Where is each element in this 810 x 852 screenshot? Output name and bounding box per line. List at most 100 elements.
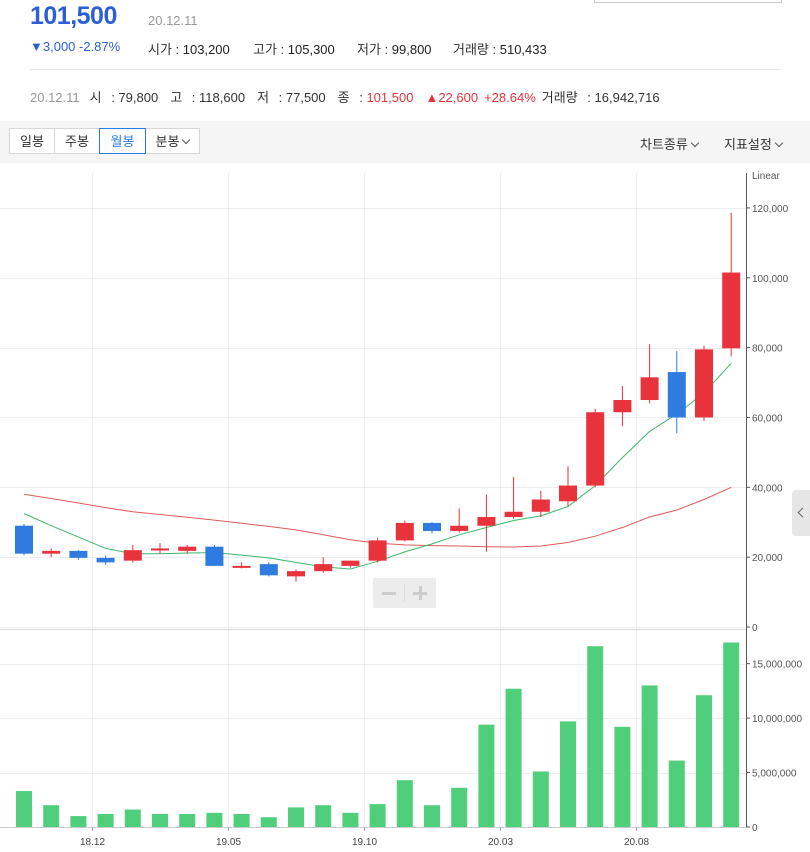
candle-up [504, 476, 523, 519]
low-value: 99,800 [391, 42, 432, 57]
summary-change: ▲22,600 [425, 90, 479, 105]
candle-down [96, 555, 115, 565]
candle-down [259, 562, 278, 577]
candle-up [531, 490, 550, 517]
open-label: 시가 [148, 42, 172, 57]
high-value: 105,300 [287, 42, 335, 57]
chevron-down-icon [182, 135, 191, 145]
x-tick-label: 18.12 [80, 837, 105, 848]
candle-up [178, 544, 197, 554]
candle-down [69, 550, 88, 560]
volume-bar [260, 817, 277, 827]
y-tick-label: 120,000 [752, 204, 789, 215]
summary-volume-value: 16,942,716 [594, 90, 660, 105]
candle-body [640, 377, 659, 400]
volume-bar [152, 813, 168, 827]
volume-bar [342, 812, 359, 827]
stock-chart[interactable]: Linear 0 20,000 40,000 60,000 80,000 100,000 12… [0, 163, 810, 852]
candle-down [205, 544, 224, 566]
summary-pct: +28.64% [484, 90, 536, 105]
volume-bar [614, 726, 631, 827]
volume-value: 510,433 [499, 42, 547, 57]
volume-bar [124, 809, 141, 827]
summary-volume: 거래량 : 16,942,716 [541, 90, 660, 105]
volume-bar [696, 695, 712, 827]
chart-type-menu[interactable]: 차트종류 [640, 134, 700, 153]
y-tick-label: 60,000 [752, 413, 783, 424]
summary-high-value: 118,600 [199, 90, 246, 105]
volume-tick-label: 5,000,000 [752, 769, 797, 780]
chart-toolbar: 일봉 주봉 월봉 분봉 차트종류 지표설정 [0, 121, 810, 163]
candle-body [722, 272, 741, 349]
price-date: 20.12.11 [148, 13, 198, 28]
candle-body [15, 525, 33, 554]
summary-open-value: 79,800 [118, 90, 159, 105]
volume-bar [560, 721, 576, 827]
summary-open: 시 : 79,800 [89, 90, 159, 105]
y-tick-label: 40,000 [752, 483, 783, 494]
open-price: 시가 : 103,200 [148, 42, 230, 57]
zoom-control [373, 578, 436, 608]
scale-label: Linear [752, 171, 780, 182]
tab-minute[interactable]: 분봉 [145, 128, 200, 154]
y-tick-label: 80,000 [752, 344, 783, 355]
volume-bar [396, 780, 413, 827]
candle-body [259, 564, 278, 576]
volume-label: 거래량 [453, 42, 489, 57]
x-tick-label: 20.03 [488, 837, 513, 848]
divider [30, 69, 780, 70]
indicator-menu[interactable]: 지표설정 [724, 134, 784, 153]
y-tick-label: 20,000 [752, 553, 783, 564]
low-price: 저가 : 99,800 [357, 42, 432, 57]
candle-body [477, 516, 496, 526]
chevron-down-icon [774, 138, 784, 148]
candle-body [559, 485, 577, 502]
volume-bar [233, 813, 250, 827]
volume-bar [315, 805, 332, 827]
summary-close-label: 종 [337, 90, 350, 105]
candle-down [667, 351, 686, 434]
volume-bar [424, 805, 440, 827]
side-panel-toggle[interactable] [792, 490, 810, 536]
summary-high: 고 : 118,600 [170, 90, 246, 105]
volume-info: 거래량 : 510,433 [453, 42, 547, 57]
candle-body [205, 546, 224, 566]
candle-up [695, 345, 713, 421]
summary-date: 20.12.11 [30, 90, 80, 105]
tab-weekly[interactable]: 주봉 [54, 128, 100, 154]
chart-type-label: 차트종류 [640, 137, 688, 152]
candle-body [695, 349, 713, 418]
candle-up [722, 212, 741, 357]
candle-body [395, 522, 414, 541]
tab-daily[interactable]: 일봉 [9, 128, 55, 154]
low-label: 저가 [357, 42, 381, 57]
candle-up [640, 344, 659, 404]
tab-minute-label: 분봉 [155, 134, 180, 149]
candle-up [477, 494, 496, 552]
volume-bar [97, 813, 114, 827]
candle-body [287, 571, 305, 577]
volume-bar [16, 791, 32, 827]
x-tick-label: 20.08 [624, 837, 649, 848]
price-change: ▼3,000 -2.87% [30, 39, 121, 54]
candle-up [341, 560, 360, 568]
summary-high-label: 고 [170, 90, 183, 105]
volume-bar [587, 646, 604, 827]
candle-up [368, 537, 387, 563]
candle-body [69, 550, 88, 558]
candle-body [232, 565, 251, 568]
summary-low: 저 : 77,500 [257, 90, 326, 105]
open-value: 103,200 [182, 42, 230, 57]
candle-body [42, 550, 61, 554]
candle-up [151, 543, 169, 554]
search-box-edge [594, 0, 782, 3]
volume-tick-label: 15,000,000 [752, 660, 802, 671]
volume-bar [505, 688, 522, 827]
zoom-in-icon [418, 586, 422, 600]
candle-up [586, 408, 605, 488]
tab-monthly[interactable]: 월봉 [99, 128, 146, 154]
x-tick-label: 19.05 [216, 837, 241, 848]
volume-bar [478, 724, 495, 827]
candle-body [667, 372, 686, 418]
zoom-out-button[interactable] [382, 592, 396, 595]
